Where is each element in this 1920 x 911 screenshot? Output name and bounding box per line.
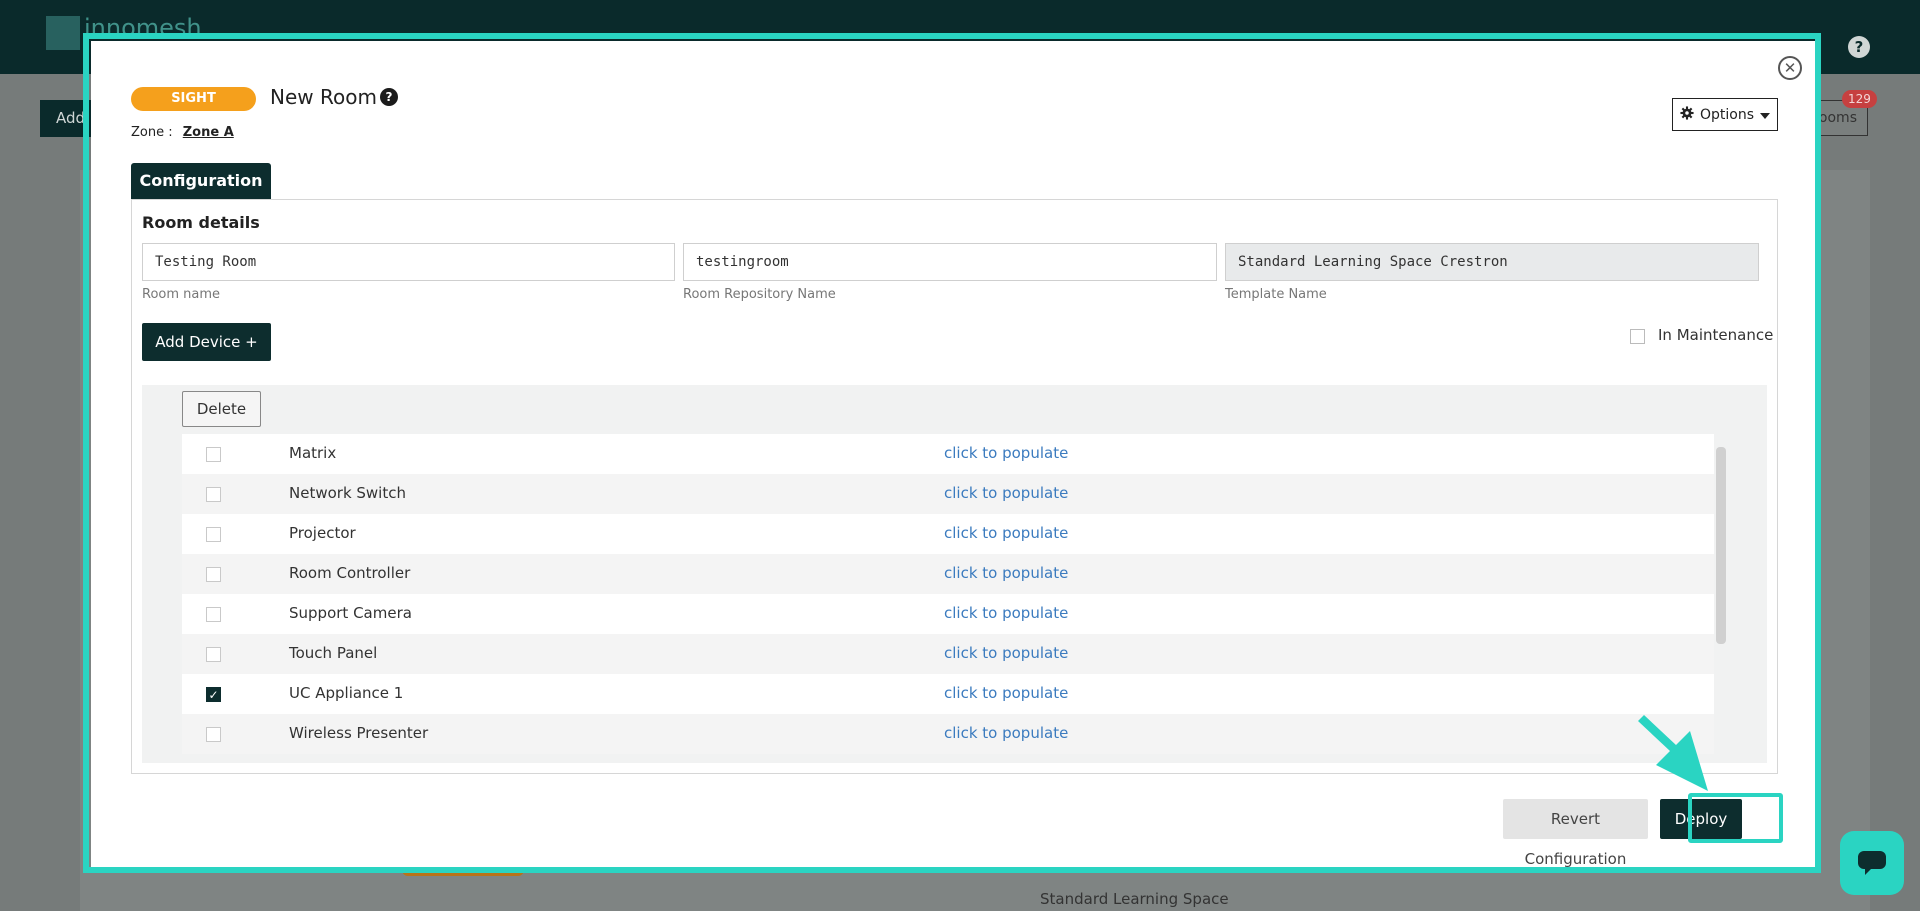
populate-link[interactable]: click to populate [944, 484, 1068, 502]
new-room-modal: ✕ SIGHT New Room ? Zone : Zone A Options… [91, 41, 1815, 869]
device-row: Touch Panel click to populate [182, 634, 1714, 674]
pointer-arrow-icon [1636, 707, 1716, 801]
row-checkbox[interactable] [206, 447, 221, 462]
populate-link[interactable]: click to populate [944, 604, 1068, 622]
room-details-title: Room details [142, 213, 260, 232]
chat-icon[interactable] [1840, 831, 1904, 895]
row-checkbox[interactable] [206, 727, 221, 742]
template-name-input: Standard Learning Space Crestron [1225, 243, 1759, 281]
populate-link[interactable]: click to populate [944, 564, 1068, 582]
logo-icon [46, 16, 80, 50]
close-icon[interactable]: ✕ [1778, 56, 1802, 80]
in-maintenance-label: In Maintenance [1658, 326, 1774, 344]
question-icon[interactable]: ? [380, 88, 398, 106]
sight-badge: SIGHT [131, 87, 256, 111]
device-row: Network Switch click to populate [182, 474, 1714, 514]
row-checkbox-checked[interactable]: ✓ [206, 687, 221, 702]
delete-button[interactable]: Delete [182, 391, 261, 427]
room-repository-input[interactable]: testingroom [683, 243, 1217, 281]
room-name-input[interactable]: Testing Room [142, 243, 675, 281]
zone-label: Zone : [131, 125, 173, 140]
zone-link[interactable]: Zone A [183, 125, 234, 140]
in-maintenance-checkbox[interactable] [1630, 329, 1645, 344]
row-checkbox[interactable] [206, 527, 221, 542]
device-name: Network Switch [289, 484, 406, 502]
populate-link[interactable]: click to populate [944, 684, 1068, 702]
device-row: Projector click to populate [182, 514, 1714, 554]
add-device-button[interactable]: Add Device + [142, 323, 271, 361]
device-row: Matrix click to populate [182, 434, 1714, 474]
options-label: Options [1699, 106, 1755, 123]
list-scrollbar[interactable] [1716, 447, 1726, 644]
device-name: Support Camera [289, 604, 412, 622]
gear-icon [1680, 105, 1694, 124]
room-repository-label: Room Repository Name [683, 287, 836, 302]
modal-title: New Room [270, 85, 377, 109]
device-row: Wireless Presenter click to populate [182, 714, 1714, 754]
zone-line: Zone : Zone A [131, 125, 234, 140]
row-checkbox[interactable] [206, 647, 221, 662]
logo-text: innomesh [84, 14, 202, 42]
options-dropdown[interactable]: Options [1672, 98, 1778, 131]
device-list: Matrix click to populate Network Switch … [182, 434, 1714, 754]
device-name: Wireless Presenter [289, 724, 429, 742]
caret-down-icon [1760, 107, 1771, 123]
device-name: Room Controller [289, 564, 411, 582]
device-name: UC Appliance 1 [289, 684, 404, 702]
tab-configuration[interactable]: Configuration [131, 163, 271, 199]
populate-link[interactable]: click to populate [944, 444, 1068, 462]
device-row: ✓ UC Appliance 1 click to populate [182, 674, 1714, 714]
populate-link[interactable]: click to populate [944, 724, 1068, 742]
device-name: Matrix [289, 444, 337, 462]
row-checkbox[interactable] [206, 487, 221, 502]
device-name: Touch Panel [289, 644, 378, 662]
room-name-label: Room name [142, 287, 221, 302]
row-checkbox[interactable] [206, 567, 221, 582]
populate-link[interactable]: click to populate [944, 524, 1068, 542]
template-name-label: Template Name [1225, 287, 1327, 302]
rooms-count-badge: 129 [1842, 90, 1877, 108]
row-checkbox[interactable] [206, 607, 221, 622]
device-name: Projector [289, 524, 356, 542]
revert-configuration-button[interactable]: Revert Configuration [1503, 799, 1648, 868]
help-icon[interactable]: ? [1848, 36, 1870, 58]
device-row: Room Controller click to populate [182, 554, 1714, 594]
bg-row-text: Standard Learning Space [1040, 890, 1229, 908]
populate-link[interactable]: click to populate [944, 644, 1068, 662]
device-row: Support Camera click to populate [182, 594, 1714, 634]
